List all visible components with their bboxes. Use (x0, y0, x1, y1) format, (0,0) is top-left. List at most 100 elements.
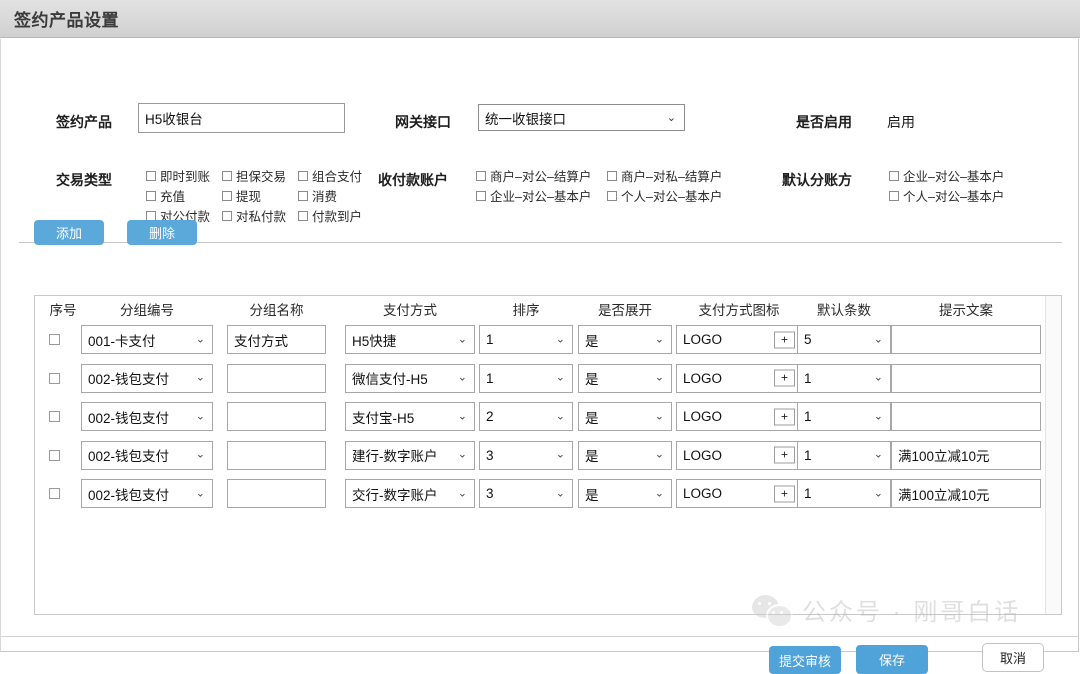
cell-select-group-code[interactable]: 002-钱包支付 ⌄ (81, 402, 213, 431)
row-select-checkbox[interactable] (49, 372, 60, 384)
checkbox-icon[interactable] (222, 190, 232, 201)
cell-select-pay-method[interactable]: 支付宝-H5 ⌄ (345, 402, 475, 431)
checkbox-icon[interactable] (298, 210, 308, 221)
cell-value: LOGO (683, 447, 723, 463)
txn-type-checkbox[interactable]: 即时到账 (146, 166, 222, 185)
cell-value: H5快捷 (352, 333, 397, 349)
cell-select-expand[interactable]: 是 ⌄ (578, 363, 672, 393)
cell-value: 建行-数字账户 (352, 449, 438, 464)
account-checkbox[interactable]: 商户–对公–结算户 (476, 166, 607, 185)
cell-select-group-code[interactable]: 002-钱包支付 ⌄ (81, 479, 213, 508)
checkbox-icon[interactable] (889, 170, 899, 181)
cell-select-sort[interactable]: 2 ⌄ (479, 402, 573, 431)
delete-button[interactable]: 删除 (127, 220, 197, 245)
cell-select-group-code[interactable]: 002-钱包支付 ⌄ (81, 363, 213, 393)
account-checkbox[interactable]: 企业–对公–基本户 (476, 186, 607, 205)
plus-icon[interactable]: + (774, 408, 795, 425)
txn-type-checkbox[interactable]: 提现 (222, 186, 298, 205)
cell-input-group-name[interactable] (227, 363, 326, 393)
cell-select-expand[interactable]: 是 ⌄ (578, 440, 672, 470)
cell-input-tip[interactable]: 满100立减10元 (891, 440, 1041, 470)
account-checkbox[interactable]: 商户–对私–结算户 (607, 166, 738, 185)
checkbox-icon[interactable] (889, 190, 899, 201)
checkbox-icon[interactable] (222, 170, 232, 181)
cell-select-default-count[interactable]: 5 ⌄ (797, 325, 891, 354)
cell-select-sort[interactable]: 3 ⌄ (479, 440, 573, 470)
cell-input-group-name[interactable] (227, 479, 326, 508)
cell-icon-upload[interactable]: LOGO + (676, 479, 802, 508)
cell-select-default-count[interactable]: 1 ⌄ (797, 440, 891, 470)
checkbox-icon[interactable] (298, 170, 308, 181)
account-checkbox-label: 商户–对公–结算户 (490, 170, 592, 184)
checkbox-icon[interactable] (222, 210, 232, 221)
cell-input-tip[interactable] (891, 402, 1041, 431)
cell-value: 002-钱包支付 (88, 487, 170, 503)
txn-type-checkbox[interactable]: 对私付款 (222, 206, 298, 225)
cell-input-tip[interactable] (891, 363, 1041, 393)
cell-select-default-count[interactable]: 1 ⌄ (797, 363, 891, 393)
table-header-cell: 支付方式图标 (698, 303, 780, 318)
checkbox-icon[interactable] (146, 190, 156, 201)
chevron-down-icon: ⌄ (555, 486, 565, 499)
cell-select-group-code[interactable]: 002-钱包支付 ⌄ (81, 440, 213, 470)
txn-type-checkbox[interactable]: 担保交易 (222, 166, 298, 185)
checkbox-icon[interactable] (607, 170, 617, 181)
txn-type-checkbox[interactable]: 组合支付 (298, 166, 374, 185)
cell-select-expand[interactable]: 是 ⌄ (578, 325, 672, 354)
cell-value: 是 (585, 410, 599, 426)
split-checkbox[interactable]: 个人–对公–基本户 (889, 186, 1009, 205)
row-select-checkbox[interactable] (49, 411, 60, 422)
cell-select-pay-method[interactable]: 微信支付-H5 ⌄ (345, 363, 475, 393)
cell-select-expand[interactable]: 是 ⌄ (578, 402, 672, 431)
cell-select-sort[interactable]: 1 ⌄ (479, 363, 573, 393)
cell-select-sort[interactable]: 1 ⌄ (479, 325, 573, 354)
checkbox-icon[interactable] (476, 190, 486, 201)
cancel-button[interactable]: 取消 (982, 643, 1044, 672)
submit-review-button[interactable]: 提交审核 (769, 646, 841, 674)
checkbox-icon[interactable] (146, 170, 156, 181)
cell-input-group-name[interactable] (227, 440, 326, 470)
product-input[interactable]: H5收银台 (138, 103, 345, 133)
txn-type-checkbox[interactable]: 充值 (146, 186, 222, 205)
cell-select-group-code[interactable]: 001-卡支付 ⌄ (81, 325, 213, 354)
cell-icon-upload[interactable]: LOGO + (676, 325, 802, 354)
cell-input-tip[interactable] (891, 325, 1041, 354)
table-row: 001-卡支付 ⌄ 支付方式 H5快捷 ⌄ 1 ⌄ 是 ⌄ LOGO +5 ⌄ (35, 325, 1047, 355)
save-button[interactable]: 保存 (856, 645, 928, 674)
checkbox-icon[interactable] (607, 190, 617, 201)
plus-icon[interactable]: + (774, 331, 795, 348)
txn-type-checkbox[interactable]: 消费 (298, 186, 374, 205)
plus-icon[interactable]: + (774, 369, 795, 387)
cell-input-group-name[interactable]: 支付方式 (227, 325, 326, 354)
cell-value: LOGO (683, 370, 723, 386)
cell-select-pay-method[interactable]: 交行-数字账户 ⌄ (345, 479, 475, 508)
cell-icon-upload[interactable]: LOGO + (676, 363, 802, 393)
main-panel: 签约产品 H5收银台 网关接口 统一收银接口 ⌄ 是否启用 启用 交易类型 即时… (0, 39, 1079, 674)
cell-select-expand[interactable]: 是 ⌄ (578, 479, 672, 508)
split-checkbox[interactable]: 企业–对公–基本户 (889, 166, 1009, 185)
plus-icon[interactable]: + (774, 485, 795, 502)
cell-input-tip[interactable]: 满100立减10元 (891, 479, 1041, 508)
cell-select-default-count[interactable]: 1 ⌄ (797, 402, 891, 431)
cell-value: 微信支付-H5 (352, 372, 428, 387)
cell-icon-upload[interactable]: LOGO + (676, 440, 802, 470)
cell-icon-upload[interactable]: LOGO + (676, 402, 802, 431)
gateway-select[interactable]: 统一收银接口 ⌄ (478, 104, 685, 131)
account-checkbox[interactable]: 个人–对公–基本户 (607, 186, 738, 205)
add-button[interactable]: 添加 (34, 220, 104, 245)
chevron-down-icon: ⌄ (873, 486, 883, 499)
cell-select-default-count[interactable]: 1 ⌄ (797, 479, 891, 508)
txn-type-checkbox[interactable]: 付款到户 (298, 206, 374, 225)
plus-icon[interactable]: + (774, 446, 795, 464)
cell-select-sort[interactable]: 3 ⌄ (479, 479, 573, 508)
checkbox-icon[interactable] (298, 190, 308, 201)
row-select-checkbox[interactable] (49, 334, 60, 345)
table-vertical-scrollbar[interactable] (1045, 296, 1061, 614)
cell-input-group-name[interactable] (227, 402, 326, 431)
cell-select-pay-method[interactable]: 建行-数字账户 ⌄ (345, 440, 475, 470)
checkbox-icon[interactable] (146, 210, 156, 221)
row-select-checkbox[interactable] (49, 449, 60, 461)
row-select-checkbox[interactable] (49, 488, 60, 499)
checkbox-icon[interactable] (476, 170, 486, 181)
cell-select-pay-method[interactable]: H5快捷 ⌄ (345, 325, 475, 354)
